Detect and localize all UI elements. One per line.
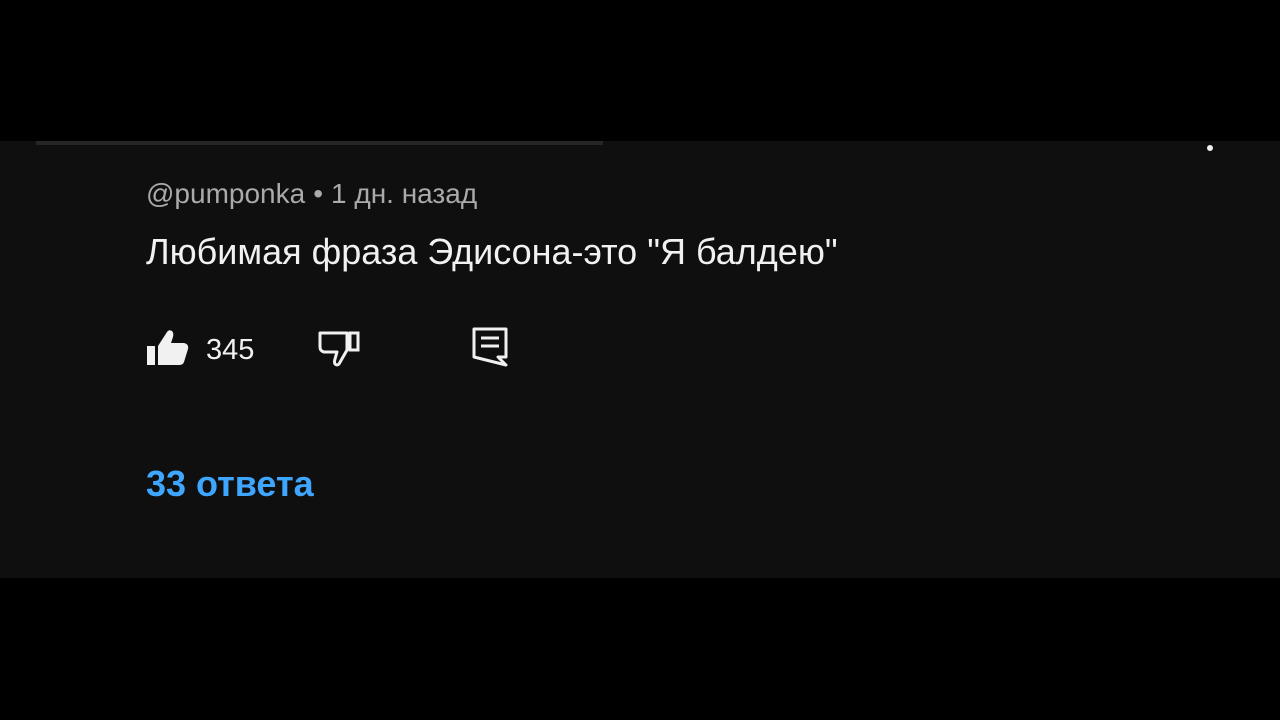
comment-meta: @pumponka • 1 дн. назад xyxy=(146,177,477,211)
like-count: 345 xyxy=(206,334,255,366)
comment-text: Любимая фраза Эдисона-это "Я балдею" xyxy=(146,231,838,272)
video-frame: @pumponka • 1 дн. назад Любимая фраза Эдис… xyxy=(0,0,1280,720)
more-options-icon[interactable] xyxy=(1207,145,1213,151)
author-name[interactable]: @pumponka xyxy=(146,178,305,209)
thumbs-down-icon[interactable] xyxy=(316,327,362,371)
replies-link[interactable]: 33 ответа xyxy=(146,461,314,507)
meta-separator: • xyxy=(313,178,323,209)
reply-comment-icon[interactable] xyxy=(472,327,508,367)
comment-timestamp: 1 дн. назад xyxy=(331,178,478,209)
comment-card: @pumponka • 1 дн. назад Любимая фраза Эдис… xyxy=(0,141,1280,578)
thumbs-up-icon[interactable] xyxy=(146,327,190,371)
top-divider xyxy=(36,141,603,145)
